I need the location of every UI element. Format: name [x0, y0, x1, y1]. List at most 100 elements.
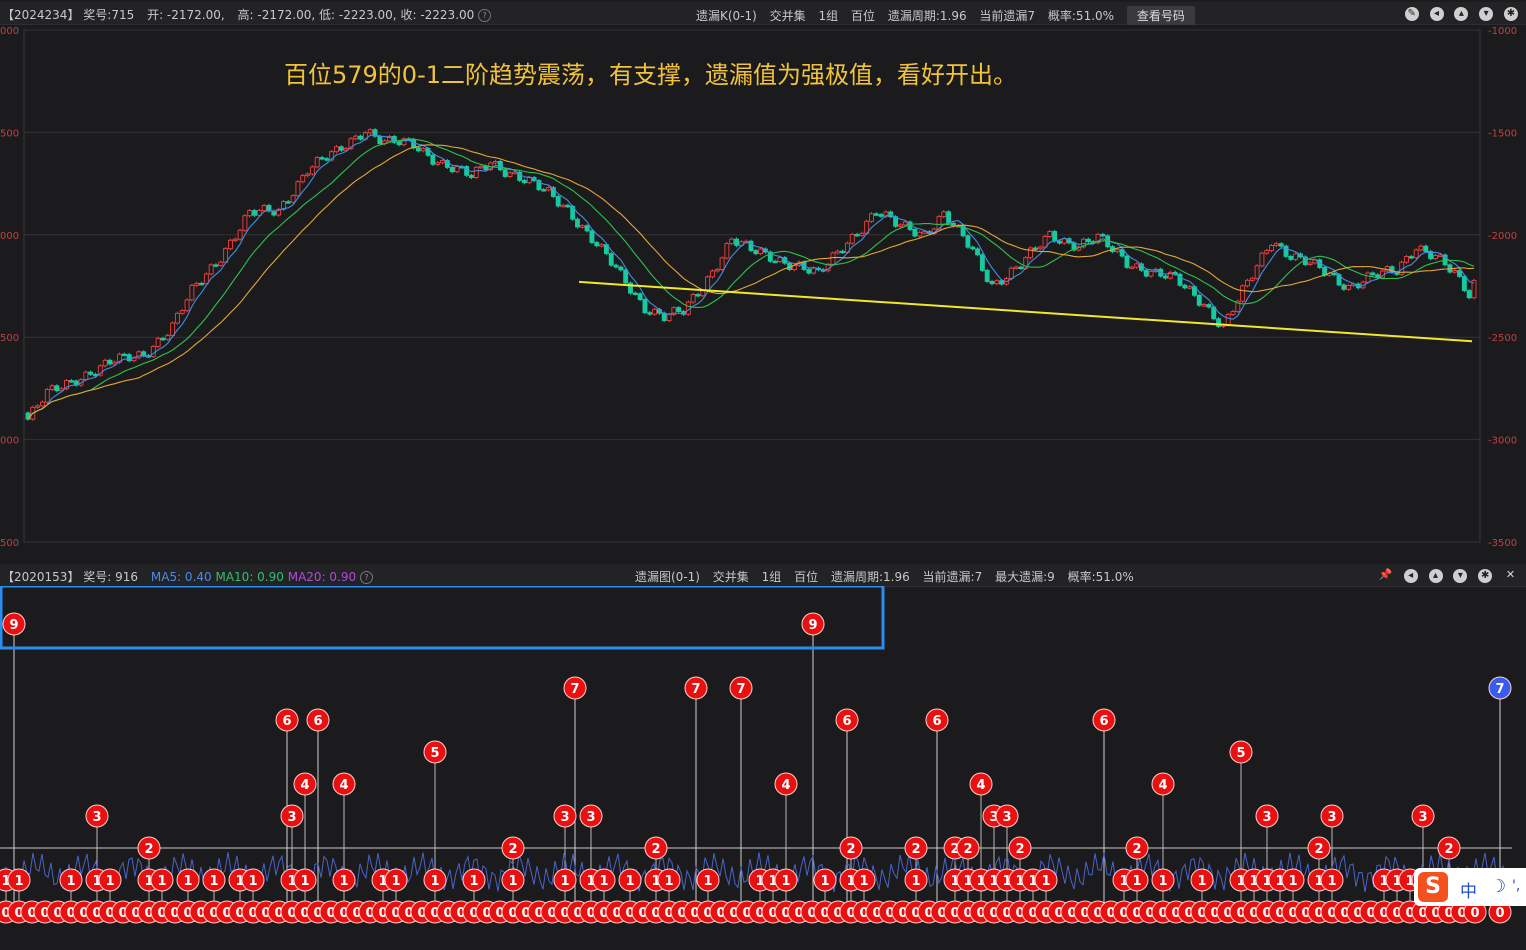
ball-label: 1	[1158, 874, 1167, 889]
candle-body	[247, 210, 253, 217]
ball-label: 1	[599, 874, 608, 889]
candle-body	[1418, 245, 1424, 251]
miss-help-icon[interactable]: ?	[359, 571, 373, 584]
candle-body	[237, 229, 243, 240]
miss-chart-type[interactable]: 遗漏图(0-1)	[635, 570, 700, 584]
candle-body	[666, 313, 672, 321]
candle-body	[999, 280, 1005, 285]
ball-label: 1	[469, 874, 478, 889]
ball-label: 2	[846, 842, 855, 857]
set-type-label[interactable]: 交并集	[770, 9, 806, 23]
miss-ball: 4	[774, 772, 798, 796]
edit-icon[interactable]: ✎	[1404, 7, 1419, 21]
candle-body	[1230, 311, 1236, 315]
chart-type-label[interactable]: 遗漏K(0-1)	[696, 9, 757, 23]
miss-arrow-left-icon[interactable]: ◂	[1403, 569, 1418, 583]
candle-body	[194, 282, 200, 286]
candle-body	[1245, 279, 1250, 287]
ball-label: 1	[1327, 874, 1336, 889]
miss-settings-icon[interactable]: ✱	[1478, 569, 1493, 583]
miss-ball: 1	[150, 868, 174, 892]
candle-body	[676, 307, 682, 312]
miss-ball: 1	[1190, 868, 1214, 892]
miss-position[interactable]: 百位	[794, 570, 818, 584]
ime-punct[interactable]: ',	[1512, 878, 1520, 894]
miss-ball-max: 9	[801, 612, 825, 636]
candle-body	[1225, 313, 1231, 326]
miss-ball: 1	[176, 868, 200, 892]
ime-toolbar[interactable]: S 中 ☽ ',	[1414, 868, 1526, 906]
miss-arrow-down-icon[interactable]: ▾	[1453, 569, 1468, 583]
candle-body	[589, 230, 595, 243]
candle-body	[1437, 254, 1443, 257]
miss-ball-high: 6	[306, 708, 330, 732]
candle-body	[984, 269, 990, 282]
ball-label: 2	[651, 842, 660, 857]
miss-ball: 1	[592, 868, 616, 892]
ball-label: 6	[1099, 714, 1108, 729]
candle-body	[242, 215, 248, 231]
ball-label: 6	[282, 714, 291, 729]
candle-body	[420, 148, 426, 152]
candle-body	[213, 264, 219, 267]
ball-label: 3	[287, 810, 296, 825]
ball-label: 1	[560, 874, 569, 889]
candle-body	[493, 161, 498, 164]
ma5-value: MA5: 0.40	[150, 570, 212, 584]
ball-label: 2	[144, 842, 153, 857]
candle-body	[873, 213, 879, 216]
miss-ball: 4	[332, 772, 356, 796]
moon-icon[interactable]: ☽	[1490, 876, 1506, 897]
close-icon[interactable]: ✕	[1503, 567, 1518, 582]
view-numbers-button[interactable]: 查看号码	[1126, 6, 1195, 25]
pin-icon[interactable]: 📌	[1378, 567, 1393, 582]
candle-body	[522, 179, 527, 184]
arrow-up-icon[interactable]: ▴	[1454, 7, 1469, 21]
miss-set-type[interactable]: 交并集	[713, 570, 749, 584]
ball-label: 5	[430, 746, 439, 761]
candle-body	[565, 204, 571, 208]
kline-ohlc-info: 【2024234】 奖号:715 开: -2172.00, 高: -2172.0…	[2, 6, 492, 23]
miss-award-number: 奖号: 916	[83, 570, 139, 584]
arrow-left-icon[interactable]: ◂	[1429, 7, 1444, 21]
position-label[interactable]: 百位	[851, 9, 875, 23]
candle-body	[358, 135, 364, 140]
miss-ball-high: 6	[1092, 708, 1116, 732]
award-number: 奖号:715	[83, 8, 135, 22]
ball-label: 1	[625, 874, 634, 889]
close-value: 收: -2223.00	[400, 8, 475, 22]
ball-label: 7	[1495, 682, 1504, 697]
ime-language[interactable]: 中	[1460, 877, 1477, 902]
candle-body	[1013, 266, 1019, 270]
ball-label: 1	[664, 874, 673, 889]
candle-body	[1182, 284, 1188, 289]
arrow-down-icon[interactable]: ▾	[1479, 7, 1494, 21]
candle-body	[334, 146, 339, 153]
candle-body	[107, 359, 113, 365]
ball-label: 1	[1132, 874, 1141, 889]
miss-ball: 1	[852, 868, 876, 892]
candle-body	[1134, 263, 1140, 268]
miss-arrow-up-icon[interactable]: ▴	[1428, 569, 1443, 583]
candles	[25, 128, 1477, 421]
group-label[interactable]: 1组	[819, 9, 839, 23]
miss-ball-high: 7	[563, 676, 587, 700]
miss-cycle: 遗漏周期:1.96	[830, 570, 910, 584]
sogou-logo-icon: S	[1418, 872, 1448, 902]
miss-ball: 1	[202, 868, 226, 892]
candle-body	[473, 166, 479, 178]
miss-settings: 遗漏图(0-1) 交并集 1组 百位 遗漏周期:1.96 当前遗漏:7 最大遗漏…	[635, 568, 1143, 585]
miss-max: 最大遗漏:9	[995, 570, 1055, 584]
miss-probability: 概率:51.0%	[1067, 570, 1134, 584]
settings-icon[interactable]: ✱	[1504, 7, 1518, 21]
miss-group[interactable]: 1组	[762, 570, 782, 584]
candle-body	[1206, 304, 1212, 308]
candle-body	[1269, 245, 1275, 252]
miss-ball: 2	[137, 836, 161, 860]
ball-label: 1	[1041, 874, 1050, 889]
ball-label: 7	[691, 682, 700, 697]
miss-ball-high: 7	[729, 676, 753, 700]
candle-body	[849, 233, 855, 244]
miss-ball: 1	[1151, 868, 1175, 892]
help-icon[interactable]: ?	[478, 9, 492, 22]
